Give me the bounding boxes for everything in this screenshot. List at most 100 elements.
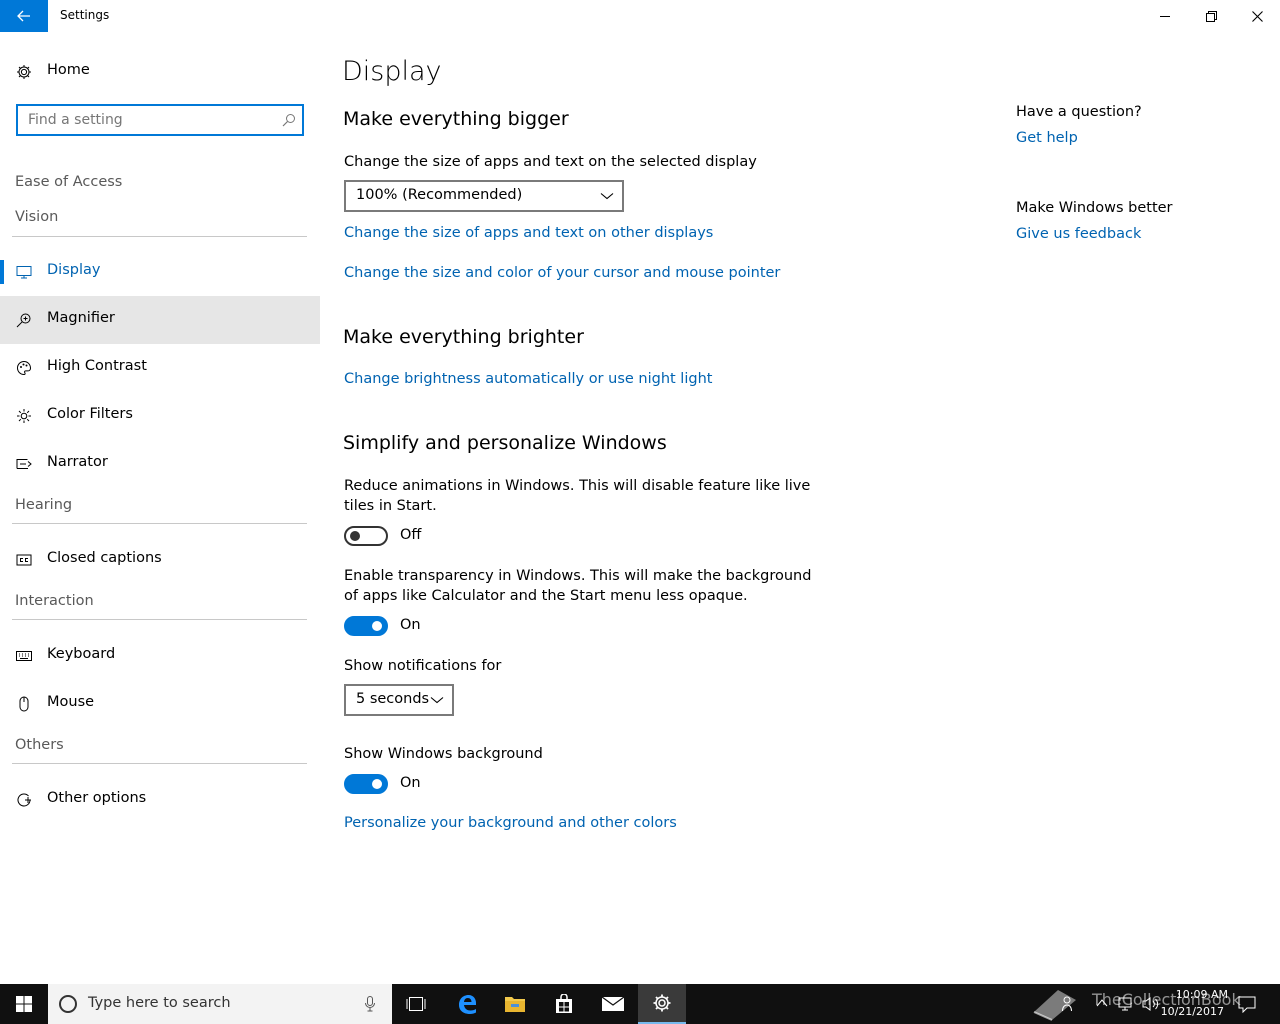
toggle-knob (350, 531, 360, 541)
get-help-link[interactable]: Get help (1016, 130, 1078, 146)
notifications-dropdown-value: 5 seconds (356, 691, 430, 707)
close-button[interactable] (1234, 0, 1280, 32)
sidebar-item-label: Other options (47, 790, 147, 806)
link-brightness[interactable]: Change brightness automatically or use n… (344, 371, 712, 387)
mail-icon (601, 996, 625, 1011)
sidebar-home-label: Home (47, 62, 90, 78)
sidebar-item-magnifier[interactable]: Magnifier (0, 296, 320, 344)
search-box[interactable] (16, 104, 304, 136)
transparency-state: On (400, 617, 421, 633)
section-heading-brighter: Make everything brighter (343, 326, 584, 348)
cc-icon (16, 554, 32, 566)
scale-dropdown-value: 100% (Recommended) (356, 187, 523, 203)
animations-toggle[interactable] (344, 526, 388, 546)
restore-button[interactable] (1188, 0, 1234, 32)
group-others: Others (15, 737, 64, 753)
store-button[interactable] (540, 984, 588, 1024)
sidebar-item-display[interactable]: Display (0, 248, 320, 296)
back-button[interactable] (0, 0, 48, 32)
group-vision: Vision (15, 209, 59, 225)
sidebar-item-keyboard[interactable]: Keyboard (0, 632, 320, 680)
toggle-knob (372, 621, 382, 631)
selection-indicator (0, 260, 4, 284)
task-view-icon (406, 997, 426, 1011)
transparency-label-line2: of apps like Calculator and the Start me… (344, 588, 748, 604)
store-icon (556, 994, 572, 1013)
group-hearing: Hearing (15, 497, 73, 513)
animations-label-line2: tiles in Start. (344, 498, 437, 514)
toggle-knob (372, 779, 382, 789)
scale-dropdown[interactable]: 100% (Recommended) (344, 180, 624, 212)
background-state: On (400, 775, 421, 791)
group-interaction: Interaction (15, 593, 94, 609)
monitor-icon (16, 266, 32, 279)
link-other-displays[interactable]: Change the size of apps and text on othe… (344, 225, 713, 241)
sidebar-item-high-contrast[interactable]: High Contrast (0, 344, 320, 392)
arrow-left-icon (17, 10, 30, 22)
breadcrumb: Ease of Access (15, 174, 123, 190)
edge-icon (459, 995, 476, 1014)
section-heading-simplify: Simplify and personalize Windows (343, 432, 667, 454)
keyboard-icon (16, 651, 32, 661)
sun-icon (17, 409, 31, 423)
sidebar-item-label: Display (47, 262, 101, 278)
notifications-label: Show notifications for (344, 658, 502, 674)
question-heading: Have a question? (1016, 104, 1142, 120)
narrator-icon (16, 459, 32, 469)
link-personalize[interactable]: Personalize your background and other co… (344, 815, 677, 831)
mouse-icon (19, 696, 29, 712)
people-icon[interactable] (1062, 996, 1076, 1012)
task-view-button[interactable] (392, 984, 440, 1024)
divider (12, 763, 307, 764)
transparency-toggle[interactable] (344, 616, 388, 636)
cortana-icon (59, 995, 77, 1013)
section-heading-bigger: Make everything bigger (343, 108, 569, 130)
edge-button[interactable] (443, 984, 491, 1024)
close-icon (1251, 10, 1263, 22)
title-bar (0, 0, 1280, 32)
taskbar: Type here to search 10:09 AM 10/21/2017 (0, 984, 1280, 1024)
taskbar-search-placeholder: Type here to search (88, 995, 231, 1011)
sidebar-item-closed-captions[interactable]: Closed captions (0, 536, 320, 584)
sidebar-item-label: Narrator (47, 454, 108, 470)
sidebar-item-color-filters[interactable]: Color Filters (0, 392, 320, 440)
chevron-down-icon (600, 193, 614, 200)
sidebar-home[interactable]: Home (0, 48, 320, 96)
settings-taskbar-button[interactable] (638, 984, 686, 1024)
notifications-dropdown[interactable]: 5 seconds (344, 684, 454, 716)
sidebar-item-label: Mouse (47, 694, 95, 710)
search-icon[interactable] (282, 113, 296, 127)
file-explorer-button[interactable] (491, 984, 539, 1024)
windows-logo-icon (16, 996, 32, 1012)
minimize-button[interactable] (1142, 0, 1188, 32)
taskbar-search-box[interactable]: Type here to search (48, 984, 392, 1024)
restore-icon (1205, 10, 1217, 22)
search-input[interactable] (28, 111, 268, 129)
sidebar-item-label: High Contrast (47, 358, 147, 374)
window-title: Settings (60, 8, 110, 22)
divider (12, 236, 307, 237)
sidebar-item-label: Color Filters (47, 406, 133, 422)
start-button[interactable] (0, 984, 48, 1024)
watermark-text: TheCollectionBook (1092, 990, 1241, 1009)
sidebar-item-label: Closed captions (47, 550, 162, 566)
mail-button[interactable] (589, 984, 637, 1024)
minimize-icon (1160, 16, 1170, 17)
link-cursor-size[interactable]: Change the size and color of your cursor… (344, 265, 780, 281)
sidebar-item-mouse[interactable]: Mouse (0, 680, 320, 728)
background-toggle[interactable] (344, 774, 388, 794)
sidebar-item-label: Keyboard (47, 646, 116, 662)
microphone-icon[interactable] (364, 996, 376, 1012)
sidebar-item-other-options[interactable]: Other options (0, 776, 320, 824)
divider (12, 523, 307, 524)
sidebar-item-narrator[interactable]: Narrator (0, 440, 320, 488)
animations-label-line1: Reduce animations in Windows. This will … (344, 478, 811, 494)
gear-icon (17, 65, 31, 79)
page-title: Display (342, 56, 442, 87)
feedback-link[interactable]: Give us feedback (1016, 226, 1141, 242)
folder-icon (505, 997, 525, 1012)
gear-icon (653, 994, 671, 1012)
palette-icon (17, 360, 32, 376)
animations-state: Off (400, 527, 422, 543)
scale-label: Change the size of apps and text on the … (344, 154, 757, 170)
